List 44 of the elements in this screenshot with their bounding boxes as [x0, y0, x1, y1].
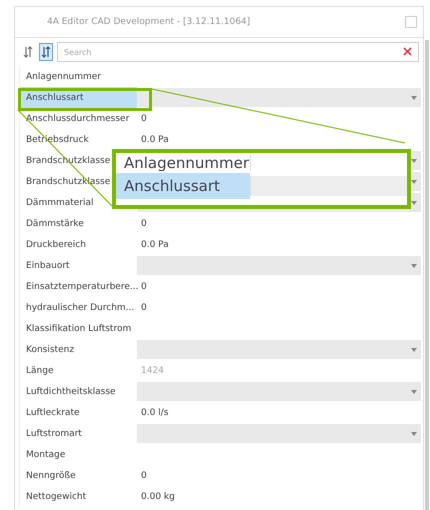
caret-icon: [411, 200, 417, 204]
sort-button[interactable]: [39, 43, 53, 61]
sort-icon: [23, 46, 33, 58]
window-button[interactable]: [405, 16, 417, 28]
property-label[interactable]: Nettogewicht: [20, 486, 137, 507]
caret-icon: [411, 390, 417, 394]
property-label[interactable]: Anschlussdurchmesser: [20, 108, 137, 129]
property-label[interactable]: Montage: [20, 444, 137, 465]
value-text: 0.00 kg: [141, 492, 175, 502]
close-icon[interactable]: [403, 47, 412, 56]
sort-icon: [41, 46, 51, 58]
caret-icon: [411, 96, 417, 100]
property-label[interactable]: Klassifikation Luftstrom: [20, 318, 137, 339]
property-label[interactable]: Anlagennummer: [20, 66, 137, 87]
property-label[interactable]: Druckbereich: [20, 234, 137, 255]
property-label[interactable]: Nenngröße: [20, 465, 137, 486]
value-text: 0.0 Pa: [141, 134, 169, 144]
value-text: 0: [141, 470, 147, 480]
caret-icon: [411, 180, 417, 184]
value-text: 0: [141, 114, 147, 124]
property-label: Anschlussart: [116, 173, 250, 199]
property-label[interactable]: Einbauort: [20, 255, 137, 276]
value-text: 0.0 Pa: [141, 240, 169, 250]
caret-icon: [411, 432, 417, 436]
scrollbar[interactable]: [425, 40, 429, 510]
caret-icon: [411, 348, 417, 352]
property-label: Anlagennummer: [123, 153, 250, 173]
property-label[interactable]: Luftdichtheitsklasse: [20, 381, 137, 402]
property-label[interactable]: Länge: [20, 360, 137, 381]
property-label[interactable]: Konsistenz: [20, 339, 137, 360]
property-label[interactable]: Dämmstärke: [20, 213, 137, 234]
value-text: 1424: [141, 366, 164, 376]
caret-icon: [411, 264, 417, 268]
search-field[interactable]: Search: [57, 42, 419, 62]
caret-icon: [411, 158, 417, 162]
window-title: 4A Editor CAD Development - [3.12.11.1064]: [47, 17, 250, 27]
value-text: 0.0 l/s: [141, 408, 168, 418]
property-label[interactable]: Luftstromart: [20, 423, 137, 444]
property-label[interactable]: Einsatztemperaturbere...: [20, 276, 137, 297]
property-label[interactable]: Luftleckrate: [20, 402, 137, 423]
value-text: 0: [141, 218, 147, 228]
value-text: 0: [141, 282, 147, 292]
property-label[interactable]: hydraulischer Durchm...: [20, 297, 137, 318]
value-text: 0: [141, 302, 147, 312]
